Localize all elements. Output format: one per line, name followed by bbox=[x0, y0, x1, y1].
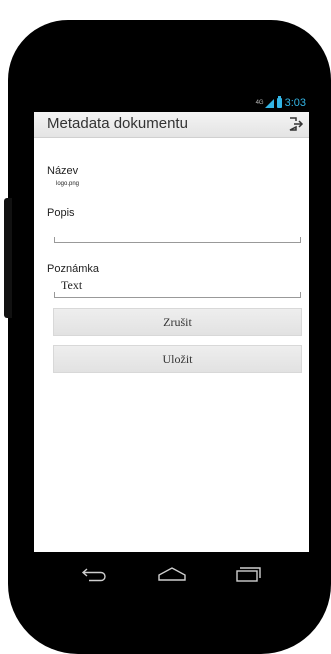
exit-icon[interactable] bbox=[288, 116, 304, 132]
description-input[interactable] bbox=[54, 237, 301, 243]
cancel-button[interactable]: Zrušit bbox=[53, 308, 302, 336]
clock: 3:03 bbox=[284, 97, 306, 109]
side-button bbox=[4, 198, 12, 318]
name-value: logo.png bbox=[56, 181, 80, 187]
action-bar: Metadata dokumentu bbox=[34, 112, 309, 138]
page-title: Metadata dokumentu bbox=[47, 115, 188, 132]
name-label: Název bbox=[47, 165, 79, 177]
back-icon[interactable] bbox=[80, 566, 108, 582]
note-value: Text bbox=[61, 278, 83, 292]
recent-apps-icon[interactable] bbox=[234, 566, 262, 582]
home-icon[interactable] bbox=[157, 566, 187, 582]
network-type: 4G bbox=[255, 100, 264, 106]
status-bar: 4G 3:03 bbox=[34, 96, 309, 112]
save-button[interactable]: Uložit bbox=[53, 345, 302, 373]
battery-icon bbox=[276, 96, 282, 108]
signal-icon bbox=[264, 98, 274, 108]
status-indicators: 4G 3:03 bbox=[255, 96, 306, 109]
screen: 4G 3:03 Metadata dokumentu Název logo.pn… bbox=[34, 96, 309, 552]
navigation-bar bbox=[34, 552, 309, 598]
note-input[interactable] bbox=[54, 292, 301, 298]
note-label: Poznámka bbox=[47, 263, 99, 275]
description-label: Popis bbox=[47, 207, 75, 219]
